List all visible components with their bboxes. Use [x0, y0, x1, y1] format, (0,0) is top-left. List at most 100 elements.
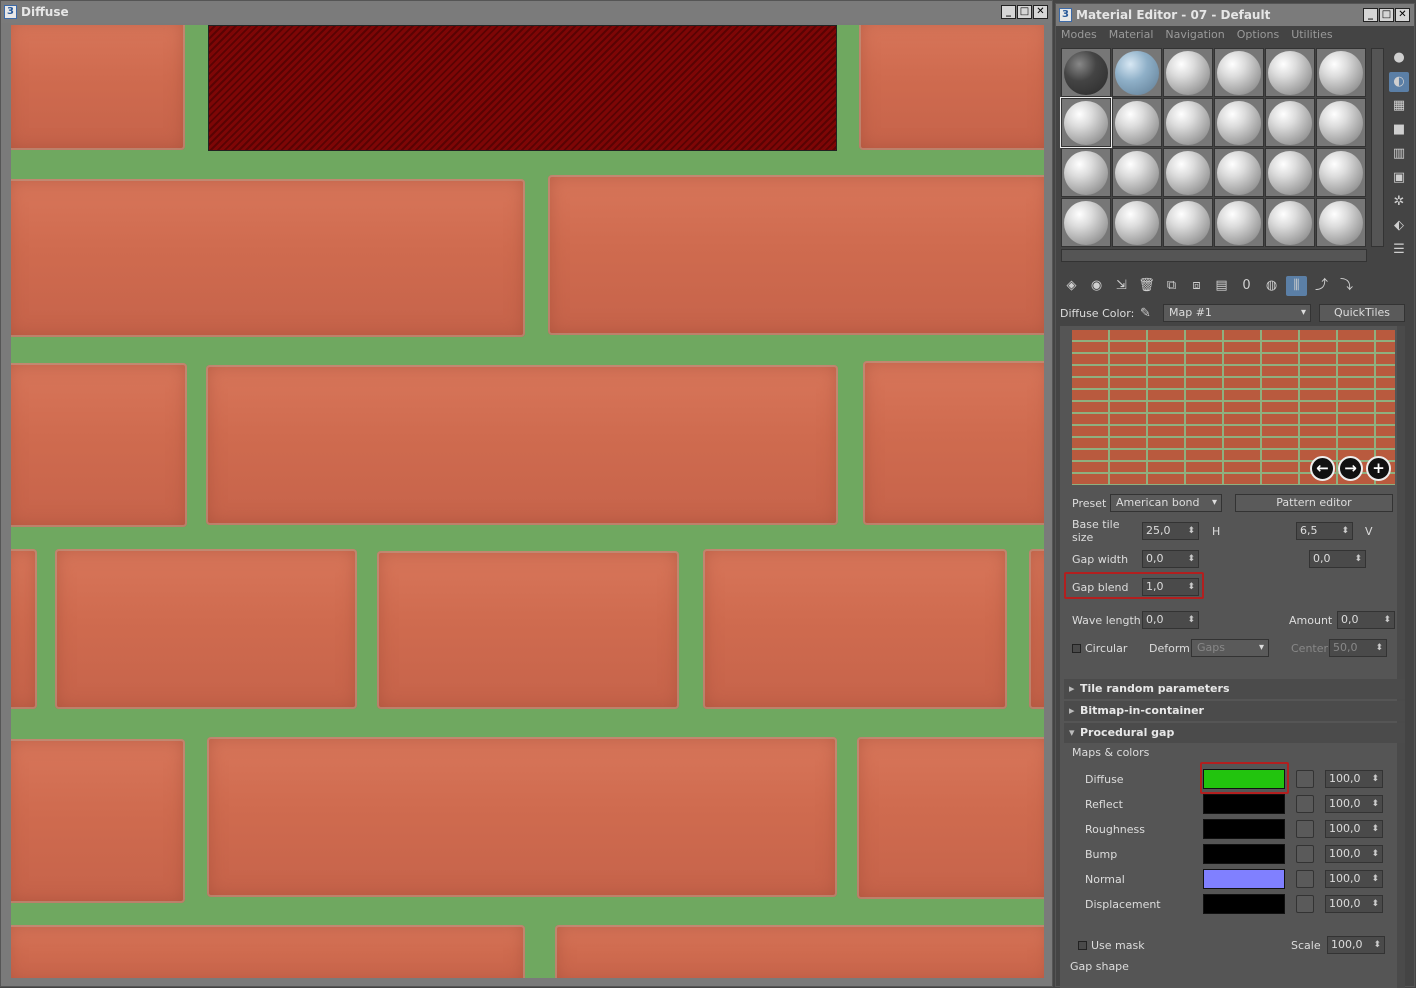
center-spinner[interactable]: 50,0: [1329, 639, 1387, 657]
panel-scrollbar[interactable]: [1397, 326, 1405, 988]
map-slot-button[interactable]: [1296, 845, 1314, 863]
tile-random-rollout[interactable]: Tile random parameters: [1064, 679, 1405, 699]
gap-blend-spinner[interactable]: 1,0: [1142, 578, 1199, 596]
material-slot[interactable]: [1112, 198, 1162, 247]
put-to-library-icon[interactable]: ▤: [1211, 276, 1232, 296]
material-editor-title-bar[interactable]: 3 Material Editor - 07 - Default _ □ ✕: [1056, 4, 1414, 26]
options-icon[interactable]: ✲: [1389, 192, 1409, 212]
material-slot[interactable]: [1112, 98, 1162, 147]
uv-tiling-icon[interactable]: ■: [1389, 120, 1409, 140]
map-slot-button[interactable]: [1296, 770, 1314, 788]
show-end-result-icon[interactable]: ⫼: [1286, 276, 1307, 296]
color-swatch[interactable]: [1203, 769, 1285, 789]
map-slot-button[interactable]: [1296, 895, 1314, 913]
material-slot-selected[interactable]: [1060, 97, 1112, 148]
eyedropper-icon[interactable]: ✎: [1140, 306, 1160, 321]
color-swatch[interactable]: [1203, 819, 1285, 839]
material-slot[interactable]: [1163, 98, 1213, 147]
slots-vertical-scrollbar[interactable]: [1371, 48, 1384, 247]
procedural-gap-rollout[interactable]: Procedural gap: [1064, 723, 1405, 743]
material-slot[interactable]: [1163, 198, 1213, 247]
previous-arrow-icon[interactable]: ←: [1310, 456, 1335, 481]
make-unique-icon[interactable]: ⧈: [1186, 276, 1207, 296]
material-slot[interactable]: [1316, 98, 1366, 147]
minimize-icon[interactable]: _: [1001, 5, 1016, 19]
material-slot[interactable]: [1265, 148, 1315, 197]
material-slot[interactable]: [1163, 148, 1213, 197]
material-slot[interactable]: [1265, 48, 1315, 97]
menu-material[interactable]: Material: [1109, 26, 1154, 44]
map-slot-button[interactable]: [1296, 795, 1314, 813]
material-slot[interactable]: [1316, 148, 1366, 197]
material-slot[interactable]: [1316, 48, 1366, 97]
go-to-parent-icon[interactable]: ⤴: [1311, 276, 1332, 296]
minimize-icon[interactable]: _: [1363, 8, 1378, 22]
scale-spinner[interactable]: 100,0: [1327, 936, 1385, 954]
preset-dropdown[interactable]: American bond: [1110, 494, 1222, 512]
menu-navigation[interactable]: Navigation: [1165, 26, 1224, 44]
maximize-icon[interactable]: □: [1379, 8, 1394, 22]
circular-checkbox[interactable]: [1072, 643, 1081, 653]
put-to-scene-icon[interactable]: ◉: [1086, 276, 1107, 296]
color-swatch[interactable]: [1203, 894, 1285, 914]
material-slot[interactable]: [1163, 48, 1213, 97]
map-amount-spinner[interactable]: 100,0: [1325, 795, 1383, 813]
material-map-navigator-icon[interactable]: ☰: [1389, 240, 1409, 260]
material-slot[interactable]: [1265, 198, 1315, 247]
color-swatch[interactable]: [1203, 869, 1285, 889]
map-amount-spinner[interactable]: 100,0: [1325, 870, 1383, 888]
bitmap-in-container-rollout[interactable]: Bitmap-in-container: [1064, 701, 1405, 721]
material-slot[interactable]: [1061, 148, 1111, 197]
next-arrow-icon[interactable]: →: [1338, 456, 1363, 481]
background-icon[interactable]: ▦: [1389, 96, 1409, 116]
amount-spinner[interactable]: 0,0: [1337, 611, 1395, 629]
sample-type-icon[interactable]: ●: [1389, 48, 1409, 68]
map-slot-button[interactable]: [1296, 870, 1314, 888]
close-icon[interactable]: ✕: [1395, 8, 1410, 22]
material-slot[interactable]: [1061, 198, 1111, 247]
pattern-editor-button[interactable]: Pattern editor: [1235, 494, 1393, 512]
diffuse-texture-viewport[interactable]: [11, 25, 1044, 978]
backlight-icon[interactable]: ◐: [1389, 72, 1409, 92]
menu-options[interactable]: Options: [1237, 26, 1279, 44]
menu-utilities[interactable]: Utilities: [1291, 26, 1332, 44]
map-amount-spinner[interactable]: 100,0: [1325, 895, 1383, 913]
map-amount-spinner[interactable]: 100,0: [1325, 820, 1383, 838]
base-tile-size-v-spinner[interactable]: 6,5: [1296, 522, 1353, 540]
material-slot[interactable]: [1061, 48, 1111, 97]
material-slot[interactable]: [1214, 48, 1264, 97]
add-icon[interactable]: +: [1366, 456, 1391, 481]
get-material-icon[interactable]: ◈: [1061, 276, 1082, 296]
base-tile-size-h-spinner[interactable]: 25,0: [1142, 522, 1199, 540]
diffuse-title-bar[interactable]: 3 Diffuse _ □ ✕: [1, 1, 1052, 23]
show-map-icon[interactable]: ◍: [1261, 276, 1282, 296]
material-id-icon[interactable]: 0: [1236, 276, 1257, 296]
use-mask-checkbox[interactable]: [1078, 940, 1087, 950]
make-copy-icon[interactable]: ⧉: [1161, 276, 1182, 296]
map-amount-spinner[interactable]: 100,0: [1325, 845, 1383, 863]
go-forward-sibling-icon[interactable]: ⤵: [1336, 276, 1357, 296]
select-by-material-icon[interactable]: ⬖: [1389, 216, 1409, 236]
material-slot[interactable]: [1112, 48, 1162, 97]
material-slot[interactable]: [1265, 98, 1315, 147]
material-slot[interactable]: [1214, 98, 1264, 147]
material-slot[interactable]: [1214, 198, 1264, 247]
material-slot[interactable]: [1316, 198, 1366, 247]
wave-length-spinner[interactable]: 0,0: [1142, 611, 1199, 629]
make-preview-icon[interactable]: ▣: [1389, 168, 1409, 188]
material-slot[interactable]: [1214, 148, 1264, 197]
quicktiles-button[interactable]: QuickTiles: [1319, 304, 1405, 322]
gap-width-h-spinner[interactable]: 0,0: [1142, 550, 1199, 568]
map-slot-button[interactable]: [1296, 820, 1314, 838]
color-swatch[interactable]: [1203, 844, 1285, 864]
slots-horizontal-scrollbar[interactable]: [1061, 249, 1367, 262]
map-amount-spinner[interactable]: 100,0: [1325, 770, 1383, 788]
assign-to-selection-icon[interactable]: ⇲: [1111, 276, 1132, 296]
close-icon[interactable]: ✕: [1033, 5, 1048, 19]
color-swatch[interactable]: [1203, 794, 1285, 814]
gap-width-v-spinner[interactable]: 0,0: [1309, 550, 1366, 568]
maximize-icon[interactable]: □: [1017, 5, 1032, 19]
deform-dropdown[interactable]: Gaps: [1191, 639, 1269, 657]
material-slot[interactable]: [1112, 148, 1162, 197]
delete-icon[interactable]: 🗑: [1136, 276, 1157, 296]
